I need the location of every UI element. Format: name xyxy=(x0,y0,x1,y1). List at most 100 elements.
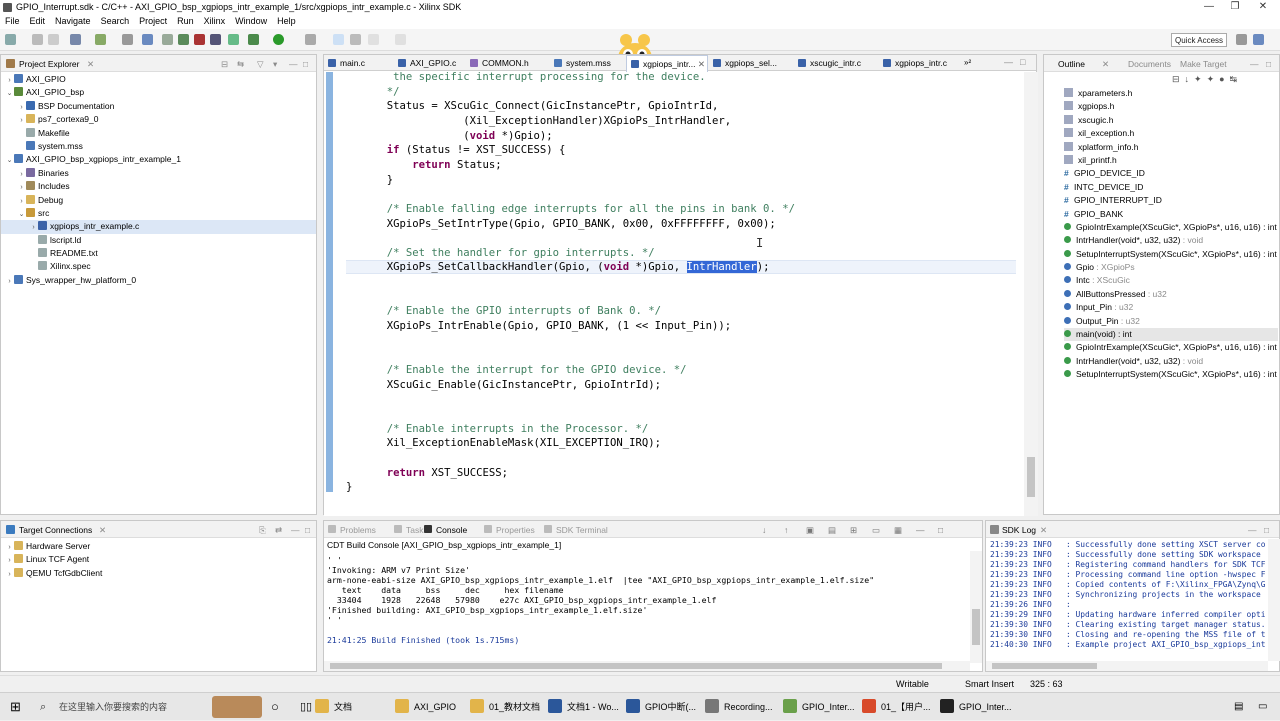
expand-arrow-icon[interactable]: › xyxy=(17,114,26,127)
tree-item[interactable]: Makefile xyxy=(1,127,316,140)
taskbar-item[interactable]: Recording... xyxy=(705,693,773,721)
new-connection-icon[interactable]: ⎘ xyxy=(259,525,266,536)
close-icon[interactable]: ✕ xyxy=(1040,525,1047,536)
perspective-icon[interactable] xyxy=(1236,34,1247,45)
save-icon[interactable] xyxy=(32,34,43,45)
tab-sdk-terminal[interactable]: SDK Terminal xyxy=(556,525,608,535)
settings-icon[interactable] xyxy=(228,34,239,45)
editor-tab[interactable]: main.c xyxy=(324,55,404,71)
maximize-icon[interactable]: □ xyxy=(1264,525,1269,535)
tree-item[interactable]: › AXI_GPIO xyxy=(1,73,316,86)
back-icon[interactable] xyxy=(368,34,379,45)
notification-icon[interactable]: ▭ xyxy=(1258,693,1267,721)
expand-arrow-icon[interactable]: › xyxy=(17,195,26,208)
outline-item[interactable]: # INTC_DEVICE_ID xyxy=(1064,181,1278,194)
menu-navigate[interactable]: Navigate xyxy=(50,15,96,26)
menu-project[interactable]: Project xyxy=(134,15,172,26)
tree-item[interactable]: › Binaries xyxy=(1,167,316,180)
taskbar-item[interactable]: GPIO_Inter... xyxy=(783,693,855,721)
outline-item[interactable]: SetupInterruptSystem(XScuGic*, XGpioPs*,… xyxy=(1064,368,1278,381)
upload-icon[interactable]: ↑ xyxy=(784,525,788,535)
stop-icon[interactable] xyxy=(194,34,205,45)
outline-item[interactable]: Output_Pin : u32 xyxy=(1064,315,1278,328)
minimize-icon[interactable]: — xyxy=(1250,59,1259,69)
new-icon[interactable] xyxy=(5,34,16,45)
tab-properties[interactable]: Properties xyxy=(496,525,535,535)
menu-file[interactable]: File xyxy=(0,15,25,26)
tab-make-target[interactable]: Make Target xyxy=(1180,59,1227,69)
quick-access-field[interactable]: Quick Access xyxy=(1171,33,1227,47)
outline-item[interactable]: AllButtonsPressed : u32 xyxy=(1064,288,1278,301)
close-icon[interactable]: ✕ xyxy=(87,59,94,70)
expand-arrow-icon[interactable]: ⌄ xyxy=(5,87,14,100)
outline-item[interactable]: main(void) : int xyxy=(1064,328,1278,342)
target-connections-tab[interactable]: Target Connections ✕ ⎘ ⇄ — □ xyxy=(1,521,316,538)
expand-arrow-icon[interactable]: › xyxy=(5,554,14,567)
taskbar-item[interactable]: AXI_GPIO xyxy=(395,693,456,721)
log-vertical-scrollbar[interactable] xyxy=(1268,539,1280,661)
link-editor-icon[interactable]: ⇆ xyxy=(237,59,244,70)
launch-icon[interactable] xyxy=(210,34,221,45)
taskbar-item[interactable]: 文档 xyxy=(315,693,352,721)
collapse-all-icon[interactable]: ⊟ xyxy=(221,59,228,70)
minimize-icon[interactable]: — xyxy=(916,525,925,535)
taskbar-item[interactable]: GPIO_Inter... xyxy=(940,693,1012,721)
cpp-perspective-icon[interactable] xyxy=(1253,34,1264,45)
pin-icon[interactable]: ⊞ xyxy=(850,525,857,536)
menu-help[interactable]: Help xyxy=(272,15,301,26)
tree-item[interactable]: ⌄ src xyxy=(1,207,316,220)
tree-item[interactable]: system.mss xyxy=(1,140,316,153)
tree-item[interactable]: Xilinx.spec xyxy=(1,260,316,273)
log-horizontal-scrollbar[interactable] xyxy=(986,661,1268,671)
clean-icon[interactable] xyxy=(122,34,133,45)
run-icon[interactable] xyxy=(273,34,284,45)
editor-tab[interactable]: AXI_GPIO.c xyxy=(394,55,474,71)
taskbar-item[interactable]: GPIO中断(... xyxy=(626,693,696,721)
save-all-icon[interactable] xyxy=(48,34,59,45)
tab-outline[interactable]: Outline xyxy=(1058,59,1085,69)
tree-item[interactable]: ⌄ AXI_GPIO_bsp_xgpiops_intr_example_1 xyxy=(1,153,316,166)
outline-item[interactable]: Input_Pin : u32 xyxy=(1064,301,1278,314)
close-icon[interactable]: ✕ xyxy=(99,525,106,536)
minimize-icon[interactable]: — xyxy=(1004,57,1013,67)
outline-item[interactable]: GpioIntrExample(XScuGic*, XGpioPs*, u16,… xyxy=(1064,221,1278,234)
minimize-icon[interactable]: — xyxy=(1248,525,1257,535)
editor-tab[interactable]: COMMON.h xyxy=(466,55,546,71)
tree-item[interactable]: README.txt xyxy=(1,247,316,260)
outline-item[interactable]: IntrHandler(void*, u32, u32) : void xyxy=(1064,355,1278,368)
expand-arrow-icon[interactable]: › xyxy=(5,275,14,288)
taskbar-item[interactable]: 01_教材文档 xyxy=(470,693,540,721)
taskbar-item[interactable]: 01_【用户... xyxy=(862,693,931,721)
network-icon[interactable]: ▤ xyxy=(1234,693,1243,721)
build-icon[interactable] xyxy=(95,34,106,45)
tree-item[interactable]: › Debug xyxy=(1,194,316,207)
expand-arrow-icon[interactable]: › xyxy=(17,168,26,181)
expand-arrow-icon[interactable]: › xyxy=(5,568,14,581)
restore-button[interactable]: ❐ xyxy=(1222,1,1248,12)
view-menu-icon[interactable]: ▾ xyxy=(273,59,277,70)
annotation-icon[interactable] xyxy=(350,34,361,45)
program-fpga-icon[interactable] xyxy=(142,34,153,45)
clear-icon[interactable]: ▤ xyxy=(828,525,836,536)
taskbar-search-input[interactable]: 在这里输入你要搜索的内容 xyxy=(59,693,167,721)
toggle-mark-icon[interactable] xyxy=(333,34,344,45)
maximize-icon[interactable]: □ xyxy=(305,525,310,535)
task-view-icon[interactable]: ○ xyxy=(271,693,279,721)
taskbar-item[interactable]: 文档1 - Wo... xyxy=(548,693,619,721)
display-icon[interactable]: ▭ xyxy=(872,525,880,536)
build-config-icon[interactable] xyxy=(70,34,81,45)
outline-item[interactable]: xscugic.h xyxy=(1064,114,1278,127)
editor-vertical-scrollbar[interactable] xyxy=(1024,72,1038,516)
editor-overflow-icon[interactable]: »² xyxy=(964,58,971,67)
outline-item[interactable]: # GPIO_BANK xyxy=(1064,208,1278,221)
code-area[interactable]: the specific interrupt processing for th… xyxy=(324,72,1038,516)
minimize-icon[interactable]: — xyxy=(289,59,298,69)
outline-item[interactable]: # GPIO_DEVICE_ID xyxy=(1064,167,1278,180)
editor-tab[interactable]: xgpiops_intr... ✕ xyxy=(626,55,708,72)
expand-arrow-icon[interactable]: › xyxy=(17,181,26,194)
expand-arrow-icon[interactable]: ⌄ xyxy=(17,208,26,221)
outline-item[interactable]: GpioIntrExample(XScuGic*, XGpioPs*, u16,… xyxy=(1064,341,1278,354)
download-icon[interactable]: ↓ xyxy=(762,525,766,535)
scroll-thumb[interactable] xyxy=(1027,457,1035,497)
outline-item[interactable]: IntrHandler(void*, u32, u32) : void xyxy=(1064,234,1278,247)
